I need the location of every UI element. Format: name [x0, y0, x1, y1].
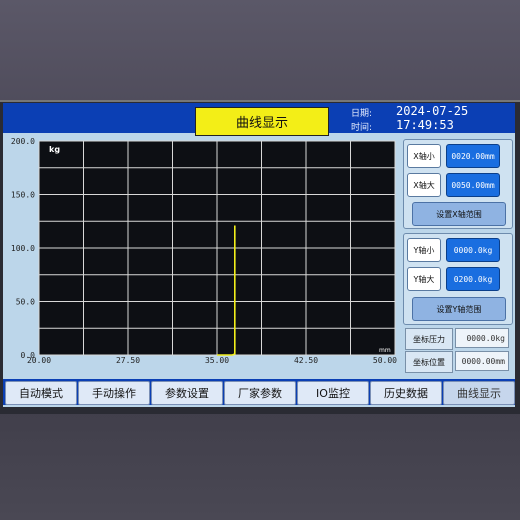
- y-max-input[interactable]: 0200.0kg: [446, 267, 500, 291]
- x-tick-label: 42.50: [294, 356, 318, 363]
- time-value: 17:49:53: [396, 118, 454, 132]
- y-unit-label: kg: [49, 145, 60, 154]
- y-tick-label: 50.0: [16, 298, 35, 307]
- y-tick-label: 100.0: [11, 244, 35, 253]
- y-tick-label: 150.0: [11, 191, 35, 200]
- pressure-value: 0000.0kg: [455, 328, 509, 348]
- tab-auto-mode[interactable]: 自动模式: [5, 381, 77, 405]
- page-title: 曲线显示: [195, 107, 329, 136]
- tab-factory-parameters[interactable]: 厂家参数: [224, 381, 296, 405]
- x-min-label: X轴小: [407, 144, 441, 168]
- date-label: 日期:: [351, 109, 373, 119]
- x-min-input[interactable]: 0020.00mm: [446, 144, 500, 168]
- header-bar: 曲线显示 日期: 2024-07-25 时间: 17:49:53: [3, 103, 515, 136]
- curve-chart: 200.0 150.0 100.0 50.0 0.0 20.00 27.50 35.00 42…: [3, 133, 403, 363]
- tab-io-monitor[interactable]: IO监控: [297, 381, 369, 405]
- pressure-row: 坐标压力 0000.0kg: [403, 328, 511, 350]
- y-max-label: Y轴大: [407, 267, 441, 291]
- tab-curve-display[interactable]: 曲线显示: [443, 381, 515, 405]
- pressure-label: 坐标压力: [405, 328, 453, 350]
- hmi-screen: 曲线显示 日期: 2024-07-25 时间: 17:49:53 200.0 15…: [3, 103, 515, 407]
- x-tick-label: 27.50: [116, 356, 140, 363]
- tab-parameter-settings[interactable]: 参数设置: [151, 381, 223, 405]
- tab-manual-operation[interactable]: 手动操作: [78, 381, 150, 405]
- position-value: 0000.00mm: [455, 351, 509, 371]
- date-value: 2024-07-25: [396, 104, 469, 118]
- x-tick-label: 50.00: [373, 356, 397, 363]
- chart-svg: 200.0150.0100.050.00.0 20.00 27.50 35.00 42…: [11, 137, 397, 363]
- time-label: 时间:: [351, 123, 373, 133]
- x-axis-panel: X轴小 0020.00mm X轴大 0050.00mm 设置X轴范围: [403, 139, 513, 229]
- set-x-range-button[interactable]: 设置X轴范围: [412, 202, 506, 226]
- x-tick-labels: 20.00 27.50 35.00 42.50 50.00: [27, 356, 397, 363]
- x-max-label: X轴大: [407, 173, 441, 197]
- x-max-input[interactable]: 0050.00mm: [446, 173, 500, 197]
- position-label: 坐标位置: [405, 351, 453, 373]
- x-tick-label: 35.00: [205, 356, 229, 363]
- y-axis-panel: Y轴小 0000.0kg Y轴大 0200.0kg 设置Y轴范围: [403, 233, 513, 325]
- y-min-label: Y轴小: [407, 238, 441, 262]
- position-row: 坐标位置 0000.00mm: [403, 351, 511, 373]
- set-y-range-button[interactable]: 设置Y轴范围: [412, 297, 506, 321]
- tab-history-data[interactable]: 历史数据: [370, 381, 442, 405]
- y-tick-label: 200.0: [11, 137, 35, 146]
- x-tick-label: 20.00: [27, 356, 51, 363]
- y-tick-labels: 200.0150.0100.050.00.0: [11, 137, 35, 360]
- x-unit-label: mm: [379, 347, 391, 354]
- bottom-tab-bar: 自动模式 手动操作 参数设置 厂家参数 IO监控 历史数据 曲线显示: [3, 379, 515, 405]
- y-min-input[interactable]: 0000.0kg: [446, 238, 500, 262]
